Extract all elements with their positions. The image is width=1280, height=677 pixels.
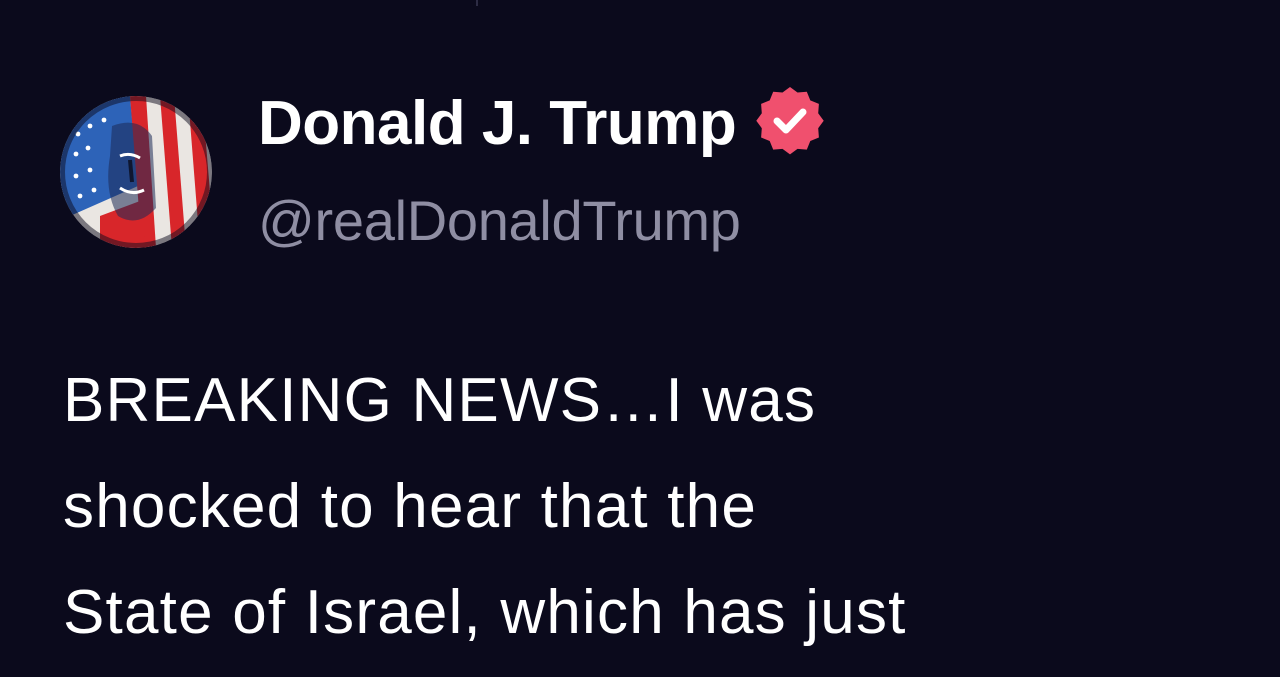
verified-badge-icon: [750, 83, 830, 163]
post-author: Donald J. Trump @realDonaldTrump: [258, 84, 1158, 253]
post-body: BREAKING NEWS…I was shocked to hear that…: [63, 348, 1243, 666]
post-body-line: BREAKING NEWS…I was: [63, 366, 817, 435]
avatar[interactable]: [60, 96, 212, 248]
author-display-name[interactable]: Donald J. Trump: [258, 88, 737, 159]
author-handle[interactable]: @realDonaldTrump: [258, 188, 1158, 253]
post-card: Donald J. Trump @realDonaldTrump BREAKIN…: [0, 0, 1280, 677]
flag-portrait-avatar-icon: [60, 96, 212, 248]
author-name-row: Donald J. Trump: [258, 84, 1158, 162]
post-body-line: State of Israel, which has just: [63, 578, 907, 647]
post-body-line: shocked to hear that the: [63, 472, 758, 541]
